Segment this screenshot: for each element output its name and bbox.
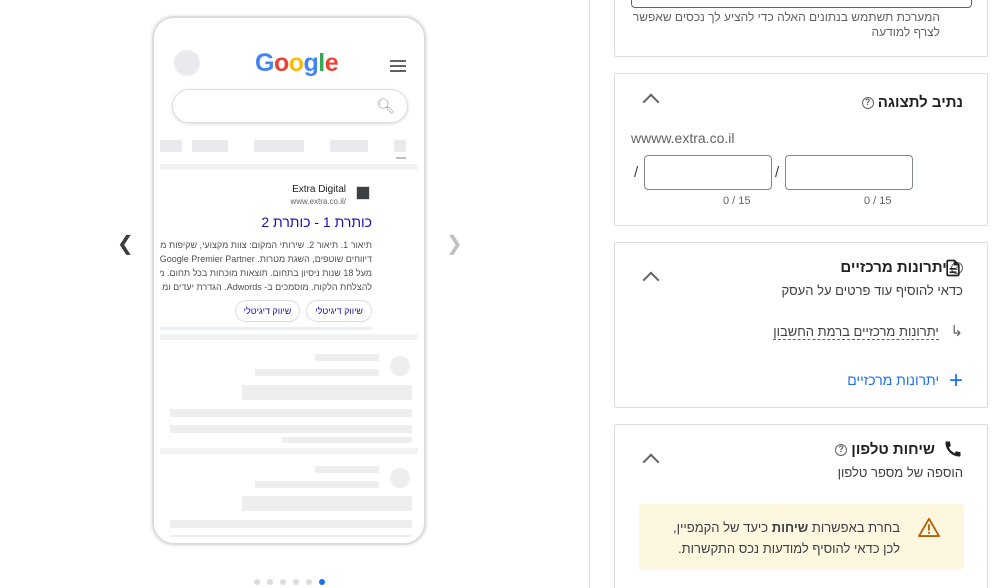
pagination-dot[interactable] — [280, 579, 286, 585]
top-card: המערכת תשתמש בנתונים האלה כדי להציע לך נ… — [614, 0, 988, 57]
skeleton-line — [255, 481, 379, 488]
path2-char-counter: 0 / 15 — [723, 195, 751, 207]
skeleton-avatar — [390, 356, 410, 376]
path-separator: / — [634, 164, 639, 181]
calls-subtitle: הוספה של מספר טלפון — [837, 465, 963, 480]
account-level-callouts-link[interactable]: ↳ יתרונות מרכזיים ברמת החשבון — [773, 322, 963, 340]
help-icon[interactable]: ? — [861, 97, 874, 110]
callouts-subtitle: כדאי להוסיף עוד פרטים על העסק — [781, 283, 963, 298]
account-level-callouts-text: יתרונות מרכזיים ברמת החשבון — [773, 324, 939, 340]
path1-char-counter: 0 / 15 — [864, 195, 892, 207]
path1-input[interactable] — [785, 155, 913, 190]
warning-icon — [918, 517, 940, 537]
warning-text-post: כיעד של הקמפיין, — [673, 520, 772, 535]
ad-editor-page: ❮ ❯ Google 🔍︎ Extra Digital www.extra.co… — [0, 0, 1003, 588]
result-separator — [160, 334, 418, 340]
phone-icon — [945, 441, 961, 457]
google-search-box: 🔍︎ — [172, 89, 408, 123]
previous-preview-arrow-icon[interactable]: ❮ — [117, 233, 134, 253]
search-icon: 🔍︎ — [375, 98, 395, 115]
add-callouts-button[interactable]: + יתרונות מרכזיים — [847, 367, 963, 395]
advertiser-url: www.extra.co.il/ — [290, 197, 346, 206]
ad-description: תיאור 1. תיאור 2. שירותי המקום: צוות מקצ… — [160, 238, 372, 294]
ad-bottom-line — [160, 327, 372, 330]
warning-line-1: בחרת באפשרות שיחות כיעד של הקמפיין, — [630, 517, 900, 538]
skeleton-line — [315, 354, 379, 361]
ad-description-line: להצלחת הלקוח. מוסמכים ב- Adwords. הגדרת … — [162, 282, 372, 292]
skeleton-line — [255, 369, 379, 376]
display-path-card: נתיב לתצוגה ? — [614, 73, 988, 226]
skeleton-line — [282, 437, 412, 443]
ad-description-line: תיאור 1. תיאור 2. שירותי המקום: צוות מקצ… — [160, 240, 372, 250]
search-tabs-placeholder — [160, 140, 418, 154]
menu-icon — [390, 60, 406, 72]
collapse-chevron-icon[interactable] — [642, 93, 660, 111]
mobile-preview-frame: Google 🔍︎ Extra Digital www.extra.co.il/ — [152, 16, 426, 545]
warning-text-pre: בחרת באפשרות — [808, 520, 900, 535]
collapse-chevron-icon[interactable] — [642, 271, 660, 289]
callouts-card: ? יתרונות מרכזיים כדאי להוסיף עוד פרטים … — [614, 242, 988, 408]
add-callouts-label: יתרונות מרכזיים — [847, 372, 940, 388]
pagination-dot[interactable] — [293, 579, 299, 585]
pagination-dot[interactable] — [254, 579, 260, 585]
path-separator: / — [775, 164, 780, 181]
pagination-dot[interactable] — [267, 579, 273, 585]
active-tab-indicator — [396, 157, 406, 159]
skeleton-line — [170, 535, 412, 537]
warning-text-bold: שיחות — [771, 520, 809, 535]
display-path-title: נתיב לתצוגה ? — [861, 94, 963, 111]
sitelink-chip: שיווק דיגיטלי — [306, 300, 372, 322]
document-icon — [946, 259, 960, 277]
skeleton-line — [242, 385, 412, 400]
ad-description-line: דיווחים שוטפים, השגת מטרות. Google Premi… — [160, 254, 372, 264]
result-separator — [160, 448, 418, 454]
ad-sitelinks: שיווק דיגיטלי שיווק דיגיטלי — [234, 300, 372, 322]
skeleton-avatar — [390, 468, 410, 488]
skeleton-line — [170, 409, 412, 417]
panel-divider — [589, 0, 590, 588]
calls-warning-text: בחרת באפשרות שיחות כיעד של הקמפיין, לכן … — [630, 517, 900, 559]
ad-headline: כותרת 1 - כותרת 2 — [261, 214, 372, 230]
ad-description-line: מעל 18 שנות ניסיון בתחום. תוצאות מוכחות … — [160, 268, 372, 278]
mobile-preview-screen: Google 🔍︎ Extra Digital www.extra.co.il/ — [160, 24, 418, 537]
calls-title: שיחות טלפון ? — [835, 441, 935, 458]
calls-title-text: שיחות טלפון — [851, 441, 935, 458]
skeleton-line — [170, 520, 412, 528]
advertiser-favicon-icon — [356, 186, 370, 200]
skeleton-line — [242, 496, 412, 511]
add-icon: + — [948, 367, 963, 394]
collapse-chevron-icon[interactable] — [642, 453, 660, 471]
previous-input-field[interactable] — [631, 0, 972, 8]
help-icon[interactable]: ? — [835, 444, 848, 457]
sitelink-chip: שיווק דיגיטלי — [234, 300, 301, 322]
calls-warning-banner: בחרת באפשרות שיחות כיעד של הקמפיין, לכן … — [639, 504, 964, 570]
next-preview-arrow-icon[interactable]: ❯ — [446, 233, 463, 253]
display-path-title-text: נתיב לתצוגה — [877, 94, 963, 111]
subdirectory-arrow-icon: ↳ — [950, 323, 963, 340]
skeleton-line — [315, 466, 379, 473]
skeleton-line — [170, 425, 412, 433]
advertiser-name: Extra Digital — [292, 184, 346, 195]
path2-input[interactable] — [644, 155, 772, 190]
pagination-dot[interactable] — [306, 579, 312, 585]
data-usage-hint: המערכת תשתמש בנתונים האלה כדי להציע לך נ… — [632, 10, 940, 39]
avatar-placeholder — [174, 50, 200, 76]
google-logo: Google — [255, 49, 339, 77]
ad-advertiser: Extra Digital www.extra.co.il/ — [290, 184, 346, 206]
ad-preview: Extra Digital www.extra.co.il/ כותרת 1 -… — [160, 170, 418, 332]
display-url-base: wwww.extra.co.il — [631, 130, 735, 146]
preview-pagination — [254, 579, 325, 585]
callouts-title-text: יתרונות מרכזיים — [840, 259, 947, 276]
pagination-dot-active[interactable] — [319, 579, 325, 585]
warning-line-2: לכן כדאי להוסיף למודעות נכס התקשרות. — [678, 541, 900, 556]
